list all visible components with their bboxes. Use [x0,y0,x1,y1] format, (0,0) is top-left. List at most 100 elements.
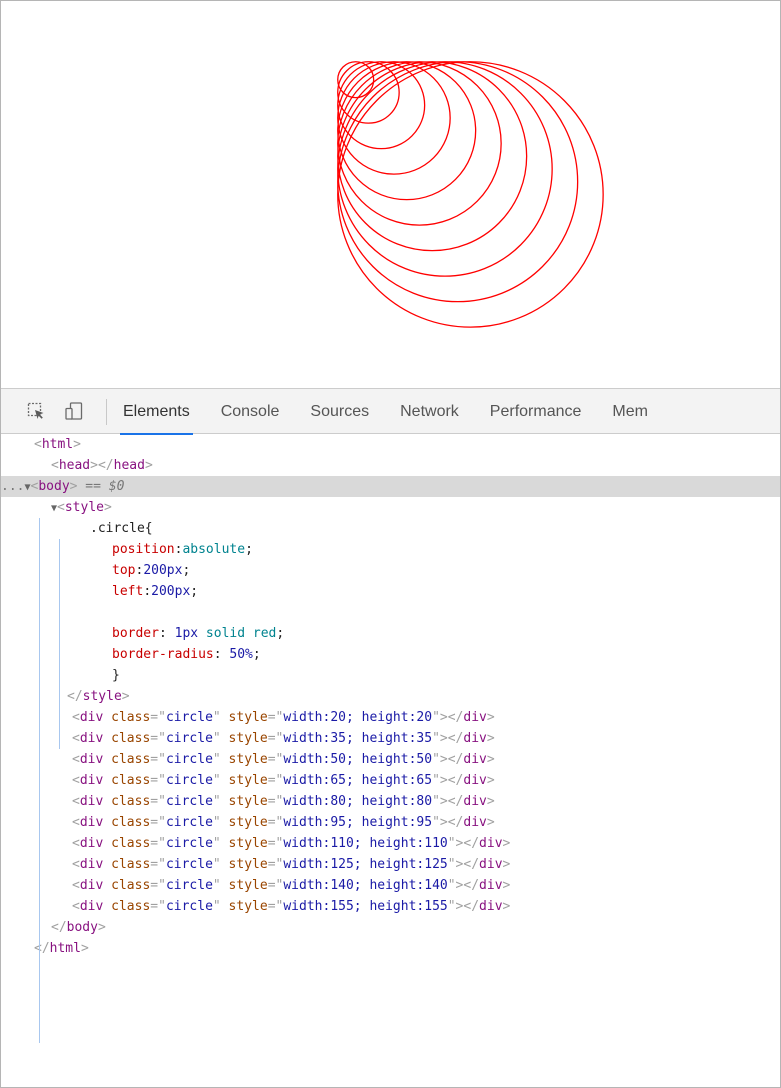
tree-div-circle[interactable]: <div class="circle" style="width:95; hei… [1,812,780,833]
tab-sources[interactable]: Sources [310,389,369,434]
css-declaration[interactable]: position:absolute; [1,539,780,560]
css-value: 200px [143,563,183,578]
tree-body-open[interactable]: ...▼<body> == $0 [1,476,780,497]
tree-guide-line [59,539,60,749]
attr-name: style [220,836,268,851]
attr-name: style [220,878,268,893]
style-open-punct: > [104,500,112,515]
attr-name: style [220,899,268,914]
div-punct: </ [463,857,480,872]
device-toolbar-icon[interactable] [65,402,85,420]
div-punct: < [72,815,80,830]
attr-punct: =" [267,836,284,851]
attr-punct: =" [150,878,166,893]
css-value: 200px [151,584,191,599]
tree-div-circle[interactable]: <div class="circle" style="width:35; hei… [1,728,780,749]
more-icon[interactable]: ... [1,479,24,494]
div-tag: div [479,899,503,914]
tree-body-close[interactable]: </body> [1,917,780,938]
devtools-toolbar: Elements Console Sources Network Performance… [1,388,780,435]
attr-punct: "> [432,794,448,809]
attr-name: style [220,857,268,872]
tree-html-open[interactable]: <html> [1,434,780,455]
attr-value: circle [165,878,213,893]
div-punct: > [486,710,495,725]
tab-console[interactable]: Console [221,389,280,434]
attr-value: width:155; height:155 [283,899,448,914]
head-punct: < [51,458,59,473]
css-semicolon: ; [190,584,199,599]
css-declaration[interactable]: left:200px; [1,581,780,602]
tree-style-open[interactable]: ▼<style> [1,497,780,518]
attr-name: style [220,773,268,788]
css-declaration[interactable]: border-radius: 50%; [1,644,780,665]
attr-name: style [220,710,268,725]
tree-div-circle[interactable]: <div class="circle" style="width:50; hei… [1,749,780,770]
div-punct: </ [463,899,480,914]
tree-div-circle[interactable]: <div class="circle" style="width:125; he… [1,854,780,875]
css-declaration[interactable]: border: 1px solid red; [1,623,780,644]
attr-punct: " [212,731,221,746]
body-close-punct: </ [51,920,67,935]
attr-name: class [103,773,151,788]
tree-div-circle[interactable]: <div class="circle" style="width:65; hei… [1,770,780,791]
attr-punct: =" [150,857,166,872]
div-tag: div [79,878,104,893]
html-open-punct: > [73,437,81,452]
div-tag: div [463,710,487,725]
div-punct: </ [447,752,464,767]
css-colon: : [143,584,152,599]
inspect-icon[interactable] [27,402,45,420]
attr-punct: "> [447,857,464,872]
tree-div-circle[interactable]: <div class="circle" style="width:110; he… [1,833,780,854]
body-close-punct: > [97,920,106,935]
div-punct: </ [447,794,464,809]
head-close-tag: head [113,458,145,473]
html-close-punct: > [80,941,89,956]
attr-name: class [103,899,151,914]
div-punct: < [72,857,80,872]
attr-punct: " [212,773,221,788]
circle-80 [337,61,477,201]
css-property: border-radius [112,647,214,662]
tab-elements[interactable]: Elements [120,389,193,435]
head-punct: > [90,458,98,473]
attr-punct: =" [267,794,284,809]
css-selector[interactable]: .circle{ [1,518,780,539]
attr-punct: =" [267,815,284,830]
div-punct: > [502,878,511,893]
css-blank-line[interactable] [1,602,780,623]
tree-div-circle[interactable]: <div class="circle" style="width:155; he… [1,896,780,917]
tree-html-close[interactable]: </html> [1,938,780,959]
attr-value: width:125; height:125 [283,857,448,872]
div-punct: </ [447,815,464,830]
devtools-panel: Elements Console Sources Network Performance… [1,388,780,1087]
tab-network[interactable]: Network [400,389,459,434]
css-close-brace[interactable]: } [1,665,780,686]
tree-div-circle[interactable]: <div class="circle" style="width:80; hei… [1,791,780,812]
tree-div-circle[interactable]: <div class="circle" style="width:20; hei… [1,707,780,728]
attr-punct: =" [267,878,284,893]
div-tag: div [463,752,487,767]
tree-style-close[interactable]: </style> [1,686,780,707]
div-punct: > [502,857,511,872]
tab-mem[interactable]: Mem [612,389,648,434]
attr-name: class [103,836,151,851]
css-declaration[interactable]: top:200px; [1,560,780,581]
div-tag: div [463,731,487,746]
attr-value: width:80; height:80 [283,794,433,809]
circle-155 [337,61,604,328]
css-semicolon: ; [252,647,261,662]
tree-head[interactable]: <head></head> [1,455,780,476]
attr-value: width:65; height:65 [283,773,433,788]
attr-value: width:95; height:95 [283,815,433,830]
attr-punct: =" [150,752,166,767]
attr-punct: "> [432,752,448,767]
div-punct: </ [447,731,464,746]
tree-div-circle[interactable]: <div class="circle" style="width:140; he… [1,875,780,896]
css-property: position [112,542,175,557]
div-tag: div [79,731,104,746]
div-punct: < [72,773,80,788]
attr-value: width:110; height:110 [283,836,448,851]
tab-performance[interactable]: Performance [490,389,582,434]
